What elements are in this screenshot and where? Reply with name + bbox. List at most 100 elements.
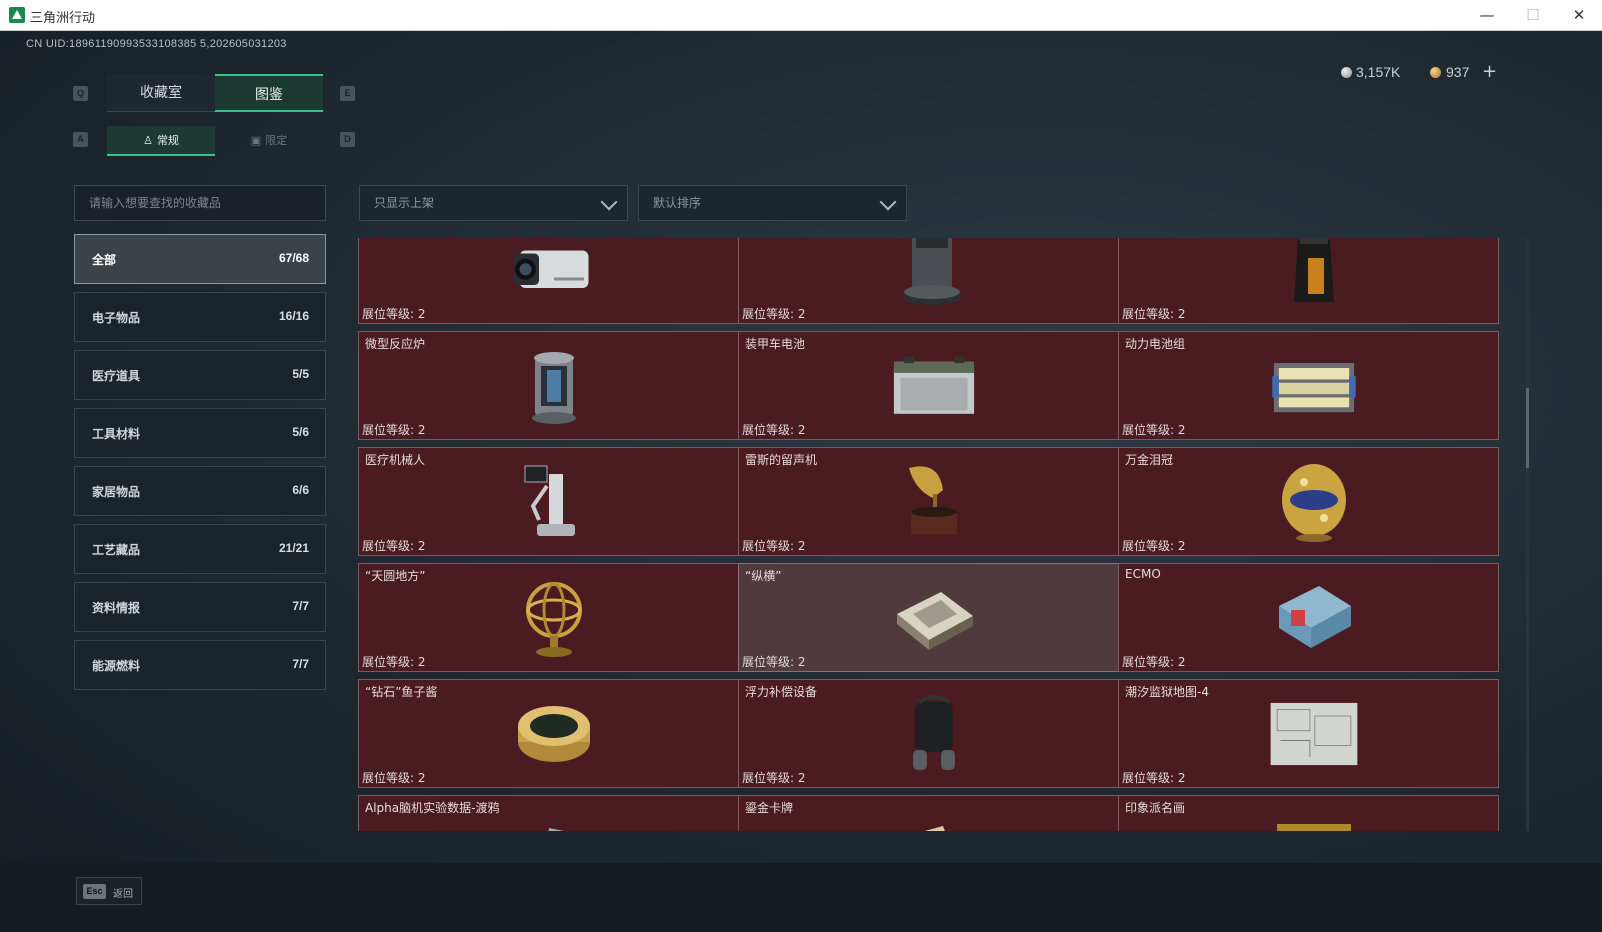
maximize-button[interactable]: ☐ <box>1510 0 1556 31</box>
bottom-bar: Esc 返回 <box>0 863 1602 932</box>
silver-coin-icon <box>1341 67 1352 78</box>
battery-pack-icon <box>1269 344 1359 428</box>
item-card[interactable]: 雷斯的留声机 展位等级: 2 <box>738 447 1119 556</box>
window-titlebar: 三角洲行动 — ☐ ✕ <box>0 0 1602 31</box>
back-button-label: 返回 <box>113 889 133 900</box>
item-card[interactable]: “钻石”鱼子酱 展位等级: 2 <box>358 679 739 788</box>
map-icon <box>1269 692 1359 776</box>
category-tools[interactable]: 工具材料 5/6 <box>74 408 326 458</box>
category-count: 21/21 <box>278 541 309 555</box>
minimize-button[interactable]: — <box>1464 0 1510 31</box>
item-level: 展位等级: 2 <box>742 655 806 669</box>
medical-robot-icon <box>509 460 599 544</box>
category-count: 5/6 <box>292 425 309 439</box>
item-card[interactable]: 展位等级: 2 <box>738 238 1119 324</box>
category-count: 7/7 <box>292 657 309 671</box>
item-level: 展位等级: 2 <box>742 307 806 321</box>
item-level: 展位等级: 2 <box>362 307 426 321</box>
gold-balance: 937 <box>1446 64 1470 80</box>
category-household[interactable]: 家居物品 6/6 <box>74 466 326 516</box>
item-level: 展位等级: 2 <box>1122 307 1186 321</box>
category-count: 7/7 <box>292 599 309 613</box>
grid-scrollbar[interactable] <box>1526 238 1529 831</box>
category-intel[interactable]: 资料情报 7/7 <box>74 582 326 632</box>
category-label: 工艺藏品 <box>92 543 141 557</box>
search-input[interactable]: 请输入想要查找的收藏品 <box>74 185 326 221</box>
item-level: 展位等级: 2 <box>742 539 806 553</box>
key-hint-e: E <box>340 86 355 101</box>
diving-gear-icon <box>889 692 979 776</box>
category-crafts[interactable]: 工艺藏品 21/21 <box>74 524 326 574</box>
regular-icon: ♙ <box>143 134 153 147</box>
scrollbar-thumb[interactable] <box>1526 388 1529 468</box>
item-name: 万金泪冠 <box>1125 453 1174 467</box>
game-viewport: CN UID:18961190993533108385 5,2026050312… <box>0 31 1602 932</box>
item-card[interactable]: 微型反应炉 展位等级: 2 <box>358 331 739 440</box>
item-name: 潮汐监狱地图-4 <box>1125 685 1209 699</box>
category-medical[interactable]: 医疗道具 5/5 <box>74 350 326 400</box>
window-title: 三角洲行动 <box>30 11 96 26</box>
category-electronics[interactable]: 电子物品 16/16 <box>74 292 326 342</box>
item-card[interactable]: 印象派名画 <box>1118 795 1499 831</box>
subtab-regular[interactable]: ♙ 常规 <box>107 126 215 156</box>
item-name: ECMO <box>1125 567 1161 581</box>
tab-collection-room[interactable]: 收藏室 <box>107 74 215 112</box>
item-card[interactable]: “天圆地方” 展位等级: 2 <box>358 563 739 672</box>
category-count: 16/16 <box>278 309 309 323</box>
item-card[interactable]: 动力电池组 展位等级: 2 <box>1118 331 1499 440</box>
category-all[interactable]: 全部 67/68 <box>74 234 326 284</box>
add-currency-button[interactable]: + <box>1482 61 1497 82</box>
tab-catalog[interactable]: 图鉴 <box>215 74 323 112</box>
category-label: 工具材料 <box>92 427 141 441</box>
reactor-icon <box>509 344 599 428</box>
category-label: 资料情报 <box>92 601 141 615</box>
sort-dropdown[interactable]: 默认排序 <box>638 185 907 221</box>
subtab-limited[interactable]: ▣ 限定 <box>215 126 323 156</box>
item-card[interactable]: 鎏金卡牌 <box>738 795 1119 831</box>
gold-card-icon <box>889 808 979 831</box>
item-card[interactable]: 医疗机械人 展位等级: 2 <box>358 447 739 556</box>
category-count: 5/5 <box>292 367 309 381</box>
item-name: 装甲车电池 <box>745 337 806 351</box>
key-hint-q: Q <box>73 86 88 101</box>
item-level: 展位等级: 2 <box>1122 539 1186 553</box>
item-level: 展位等级: 2 <box>1122 771 1186 785</box>
item-level: 展位等级: 2 <box>362 539 426 553</box>
category-label: 家居物品 <box>92 485 141 499</box>
subtab-limited-label: 限定 <box>265 134 288 147</box>
battery-icon <box>889 344 979 428</box>
item-card[interactable]: ECMO 展位等级: 2 <box>1118 563 1499 672</box>
item-name: 浮力补偿设备 <box>745 685 818 699</box>
ecmo-machine-icon <box>1269 576 1359 660</box>
gold-coin-icon <box>1430 67 1441 78</box>
item-card[interactable]: 展位等级: 2 <box>1118 238 1499 324</box>
item-card[interactable]: 潮汐监狱地图-4 展位等级: 2 <box>1118 679 1499 788</box>
app-logo-icon <box>9 7 25 23</box>
item-card[interactable]: 万金泪冠 展位等级: 2 <box>1118 447 1499 556</box>
item-card[interactable]: “纵横” 展位等级: 2 <box>738 563 1119 672</box>
key-hint-a: A <box>73 132 88 147</box>
sort-value: 默认排序 <box>653 196 702 210</box>
back-button[interactable]: Esc 返回 <box>76 877 142 905</box>
shelf-filter-dropdown[interactable]: 只显示上架 <box>359 185 628 221</box>
item-card[interactable]: Alpha脑机实验数据-渡鸦 <box>358 795 739 831</box>
jeweled-egg-icon <box>1269 460 1359 544</box>
item-card[interactable]: 浮力补偿设备 展位等级: 2 <box>738 679 1119 788</box>
item-name: 动力电池组 <box>1125 337 1186 351</box>
item-level: 展位等级: 2 <box>362 423 426 437</box>
category-count: 6/6 <box>292 483 309 497</box>
category-label: 能源燃料 <box>92 659 141 673</box>
close-button[interactable]: ✕ <box>1556 0 1602 31</box>
item-level: 展位等级: 2 <box>362 655 426 669</box>
chevron-down-icon <box>600 193 618 211</box>
painting-icon <box>1269 808 1359 831</box>
item-card[interactable]: 展位等级: 2 <box>358 238 739 324</box>
category-label: 电子物品 <box>92 311 141 325</box>
item-level: 展位等级: 2 <box>362 771 426 785</box>
subtab-regular-label: 常规 <box>156 134 179 147</box>
player-uid: CN UID:18961190993533108385 5,2026050312… <box>26 38 287 50</box>
category-energy[interactable]: 能源燃料 7/7 <box>74 640 326 690</box>
item-level: 展位等级: 2 <box>1122 655 1186 669</box>
gramophone-icon <box>889 460 979 544</box>
item-card[interactable]: 装甲车电池 展位等级: 2 <box>738 331 1119 440</box>
